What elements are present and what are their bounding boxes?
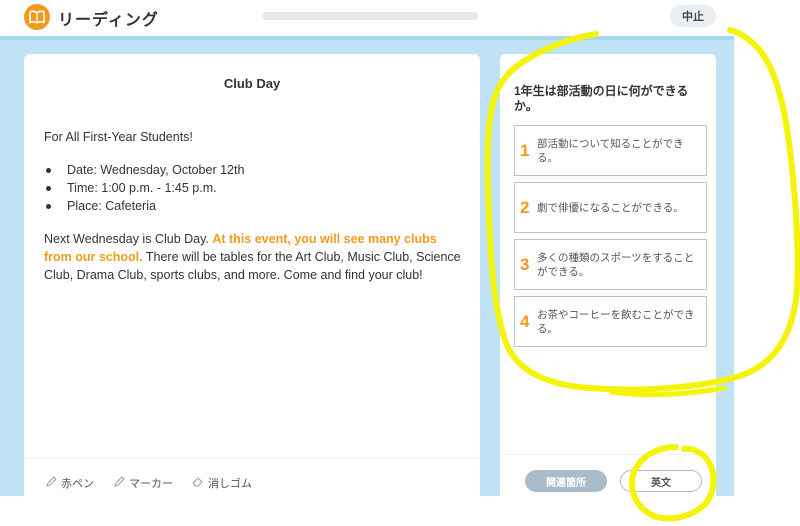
answer-choice-3[interactable]: 3 多くの種類のスポーツをすることができる。: [514, 239, 707, 290]
passage-title: Club Day: [223, 76, 281, 91]
quit-button[interactable]: 中止: [670, 5, 716, 27]
annotation-toolbar: 赤ペン マーカー 消しゴム: [24, 458, 480, 497]
passage-panel: Club Day For All First-Year Students! Da…: [24, 54, 480, 496]
tool-label: 赤ペン: [61, 478, 94, 490]
book-icon: [24, 4, 50, 30]
choice-number: 1: [520, 140, 530, 160]
question-text: 1年生は部活動の日に何ができるか。: [514, 84, 689, 113]
app-title: リーディング: [58, 12, 159, 29]
choice-text: 部活動について知ることができる。: [537, 137, 684, 164]
choice-text: お茶やコーヒーを飲むことができる。: [537, 308, 695, 335]
related-passage-button[interactable]: 関連箇所: [525, 470, 607, 492]
passage-audience: For All First-Year Students!: [44, 130, 193, 144]
question-footer: 関連箇所 英文: [500, 454, 716, 497]
progress-bar: [262, 12, 478, 20]
answer-choice-4[interactable]: 4 お茶やコーヒーを飲むことができる。: [514, 296, 707, 347]
english-text-button[interactable]: 英文: [620, 470, 702, 492]
choice-number: 3: [520, 254, 530, 274]
marker-icon: [114, 476, 125, 490]
passage-text: Next Wednesday is Club Day.: [44, 232, 213, 246]
pen-icon: [46, 476, 57, 490]
choice-text: 多くの種類のスポーツをすることができる。: [537, 251, 695, 278]
marker-tool[interactable]: マーカー: [114, 475, 173, 491]
passage-body[interactable]: For All First-Year Students! Date: Wedne…: [44, 128, 464, 284]
passage-paragraph: Next Wednesday is Club Day. At this even…: [44, 230, 464, 284]
app-header: リーディング 中止: [0, 0, 800, 36]
choice-number: 4: [520, 311, 530, 331]
list-item: Time: 1:00 p.m. - 1:45 p.m.: [44, 179, 464, 197]
tool-label: 消しゴム: [208, 478, 252, 490]
choice-number: 2: [520, 197, 530, 217]
answer-choice-1[interactable]: 1 部活動について知ることができる。: [514, 125, 707, 176]
list-item: Place: Cafeteria: [44, 197, 464, 215]
eraser-tool[interactable]: 消しゴム: [192, 475, 252, 491]
eraser-icon: [192, 476, 204, 490]
stage-divider: [0, 36, 734, 40]
answer-choice-2[interactable]: 2 劇で俳優になることができる。: [514, 182, 707, 233]
question-panel: 1年生は部活動の日に何ができるか。 1 部活動について知ることができる。 2 劇…: [500, 54, 716, 496]
list-item: Date: Wednesday, October 12th: [44, 161, 464, 179]
tool-label: マーカー: [129, 478, 173, 490]
choice-text: 劇で俳優になることができる。: [537, 201, 684, 214]
red-pen-tool[interactable]: 赤ペン: [46, 475, 94, 491]
event-details-list: Date: Wednesday, October 12th Time: 1:00…: [44, 161, 464, 215]
